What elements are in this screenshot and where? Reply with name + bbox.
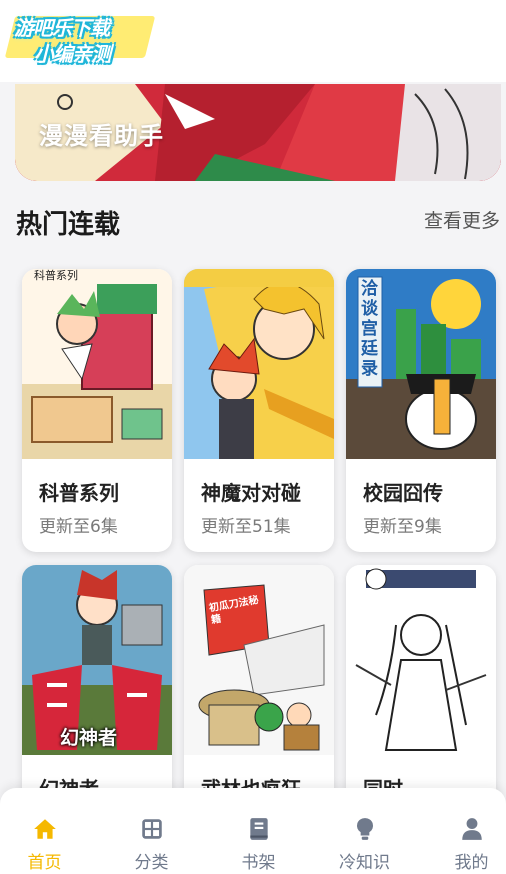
comic-card[interactable]: 科普系列 科普系列 更新至6集 [22, 269, 172, 552]
grid-icon [139, 816, 165, 842]
comic-update-status: 更新至51集 [201, 517, 291, 537]
comic-card[interactable]: 幻神者 幻神者 [22, 565, 172, 825]
tab-trivia[interactable]: 冷知识 [314, 788, 415, 874]
tab-label: 我的 [454, 853, 489, 873]
watermark-line-1: 游吧乐下载 [14, 16, 110, 40]
watermark-line-2: 小编亲测 [34, 42, 111, 66]
cover-text: 科普系列 [34, 269, 78, 282]
user-icon [459, 816, 485, 842]
comic-card[interactable]: 神魔对对碰 更新至51集 [184, 269, 334, 552]
comic-title: 校园囧传 [363, 481, 443, 505]
tab-category[interactable]: 分类 [101, 788, 202, 874]
comic-card[interactable]: 初瓜刀法秘籍 武林也疯狂 [184, 565, 334, 825]
tab-home[interactable]: 首页 [0, 788, 95, 874]
lightbulb-icon [352, 816, 378, 842]
book-icon [246, 816, 272, 842]
banner[interactable]: 漫漫看助手 [15, 84, 501, 181]
comic-title: 科普系列 [39, 481, 119, 505]
cover-text: 洽谈宫廷录 [361, 279, 378, 379]
tab-label: 书架 [241, 853, 276, 873]
comic-cover: 幻神者 [22, 565, 172, 755]
tab-bookshelf[interactable]: 书架 [208, 788, 309, 874]
watermark-logo: 游吧乐下载 小编亲测 [4, 10, 160, 66]
comic-card[interactable]: 同时 [346, 565, 496, 825]
banner-title: 漫漫看助手 [39, 122, 164, 150]
tab-label: 冷知识 [339, 853, 390, 873]
cover-text: 幻神者 [60, 727, 118, 749]
see-more-link[interactable]: 查看更多 [424, 206, 500, 233]
comic-update-status: 更新至6集 [39, 517, 118, 537]
tab-profile[interactable]: 我的 [421, 788, 506, 874]
comic-title: 神魔对对碰 [201, 481, 301, 505]
comic-cover [184, 269, 334, 459]
home-icon [32, 816, 58, 842]
tab-label: 首页 [27, 853, 62, 873]
comic-update-status: 更新至9集 [363, 517, 442, 537]
tab-label: 分类 [134, 853, 169, 873]
comic-cover: 科普系列 [22, 269, 172, 459]
comic-card[interactable]: 洽谈宫廷录 校园囧传 更新至9集 [346, 269, 496, 552]
comic-cover [346, 565, 496, 755]
section-title: 热门连载 [16, 210, 121, 240]
comic-cover: 洽谈宫廷录 [346, 269, 496, 459]
comic-cover: 初瓜刀法秘籍 [184, 565, 334, 755]
top-bar: 游吧乐下载 小编亲测 [0, 0, 506, 82]
bottom-tab-bar: 首页 分类 书架 冷知识 我的 [0, 788, 506, 874]
